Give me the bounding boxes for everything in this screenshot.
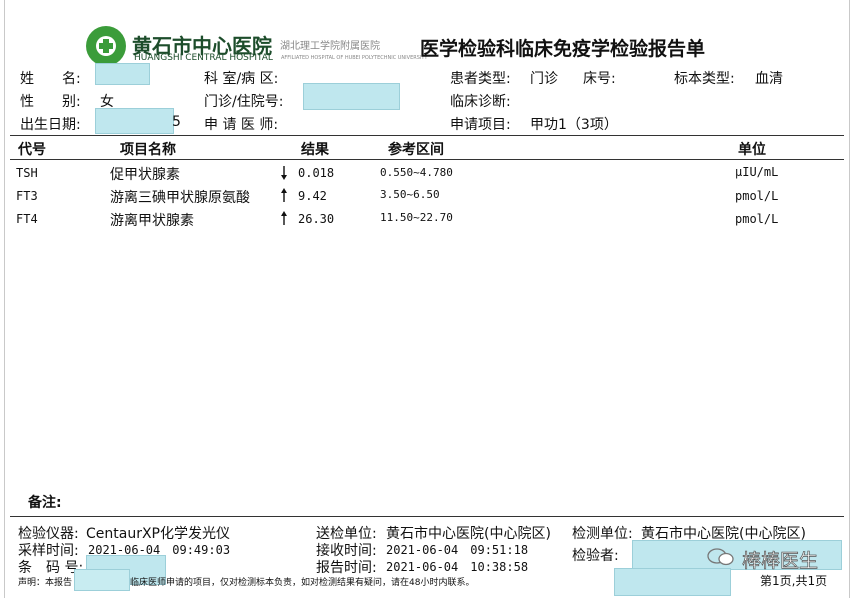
patient-type-label: 患者类型: <box>450 71 511 87</box>
col-header-result: 结果 <box>301 142 329 158</box>
receive-time-value: 2021-06-04 09:51:18 <box>386 543 529 557</box>
row-code: FT3 <box>16 189 38 203</box>
col-header-unit: 单位 <box>738 142 766 158</box>
dob-label: 出生日期: <box>20 117 81 133</box>
disclaimer-redaction <box>74 569 130 591</box>
send-unit-value: 黄石市中心医院(中心院区) <box>386 526 551 542</box>
name-label: 姓 名: <box>20 71 81 87</box>
row-range: 3.50~6.50 <box>380 188 440 201</box>
dob-suffix: 5 <box>172 114 181 130</box>
col-header-code: 代号 <box>18 142 46 158</box>
report-time-value: 2021-06-04 10:38:58 <box>386 560 529 574</box>
arrow-down-icon <box>281 166 287 180</box>
row-code: TSH <box>16 166 38 180</box>
page-border-left <box>4 0 5 598</box>
page-border-right <box>849 0 850 598</box>
dept-label: 科 室/病 区: <box>204 71 279 87</box>
table-top-rule <box>10 135 844 136</box>
clinic-no-label: 门诊/住院号: <box>204 94 284 110</box>
arrow-up-icon <box>281 188 287 202</box>
row-result: 9.42 <box>298 189 327 203</box>
doctor-label: 申 请 医 师: <box>204 117 279 133</box>
row-unit: pmol/L <box>735 189 779 203</box>
disclaimer-end: 临床医师申请的项目，仅对检测标本负责，如对检测结果有疑问，请在48小时内联系。 <box>130 578 475 588</box>
request-label: 申请项目: <box>450 117 511 133</box>
request-value: 甲功1（3项） <box>530 117 618 133</box>
diagnosis-label: 临床诊断: <box>450 94 511 110</box>
test-unit-label: 检测单位: <box>572 526 633 542</box>
footer-top-rule <box>10 516 844 517</box>
page-indicator: 第1页,共1页 <box>760 574 828 588</box>
instrument-value: CentaurXP化学发光仪 <box>86 526 230 542</box>
row-result: 0.018 <box>298 166 335 180</box>
hospital-name-en: HUANGSHI CENTRAL HOSPITAL <box>134 53 273 63</box>
row-code: FT4 <box>16 212 38 226</box>
tester-label: 检验者: <box>572 548 619 564</box>
patient-type-value: 门诊 <box>530 71 558 87</box>
affiliation-en: AFFILIATED HOSPITAL OF HUBEI POLYTECHNIC… <box>281 55 428 61</box>
sample-type-value: 血清 <box>755 71 783 87</box>
row-name: 游离甲状腺素 <box>110 213 194 229</box>
disclaimer-start: 声明：本报告 <box>18 578 73 588</box>
wechat-icon <box>707 548 734 566</box>
row-name: 促甲状腺素 <box>110 167 180 183</box>
remarks-label: 备注: <box>28 495 62 511</box>
report-title: 医学检验科临床免疫学检验报告单 <box>420 38 706 60</box>
name-redaction <box>95 63 150 85</box>
report-time-label: 报告时间: <box>316 560 377 576</box>
clinic-no-redaction <box>303 83 400 110</box>
dob-redaction <box>95 108 174 134</box>
col-header-range: 参考区间 <box>388 142 444 158</box>
row-result: 26.30 <box>298 212 335 226</box>
contact-redaction <box>614 568 731 596</box>
row-unit: μIU/mL <box>735 165 779 179</box>
arrow-up-icon <box>281 211 287 225</box>
bed-label: 床号: <box>583 71 616 87</box>
watermark-text: 棒棒医生 <box>742 550 819 573</box>
table-header-rule <box>10 159 844 160</box>
sample-type-label: 标本类型: <box>674 71 735 87</box>
affiliation: 湖北理工学院附属医院 <box>280 41 380 52</box>
row-name: 游离三碘甲状腺原氨酸 <box>110 190 250 206</box>
col-header-name: 项目名称 <box>120 142 176 158</box>
row-unit: pmol/L <box>735 212 779 226</box>
row-range: 0.550~4.780 <box>380 166 453 179</box>
sex-label: 性 别: <box>20 94 81 110</box>
row-range: 11.50~22.70 <box>380 211 453 224</box>
